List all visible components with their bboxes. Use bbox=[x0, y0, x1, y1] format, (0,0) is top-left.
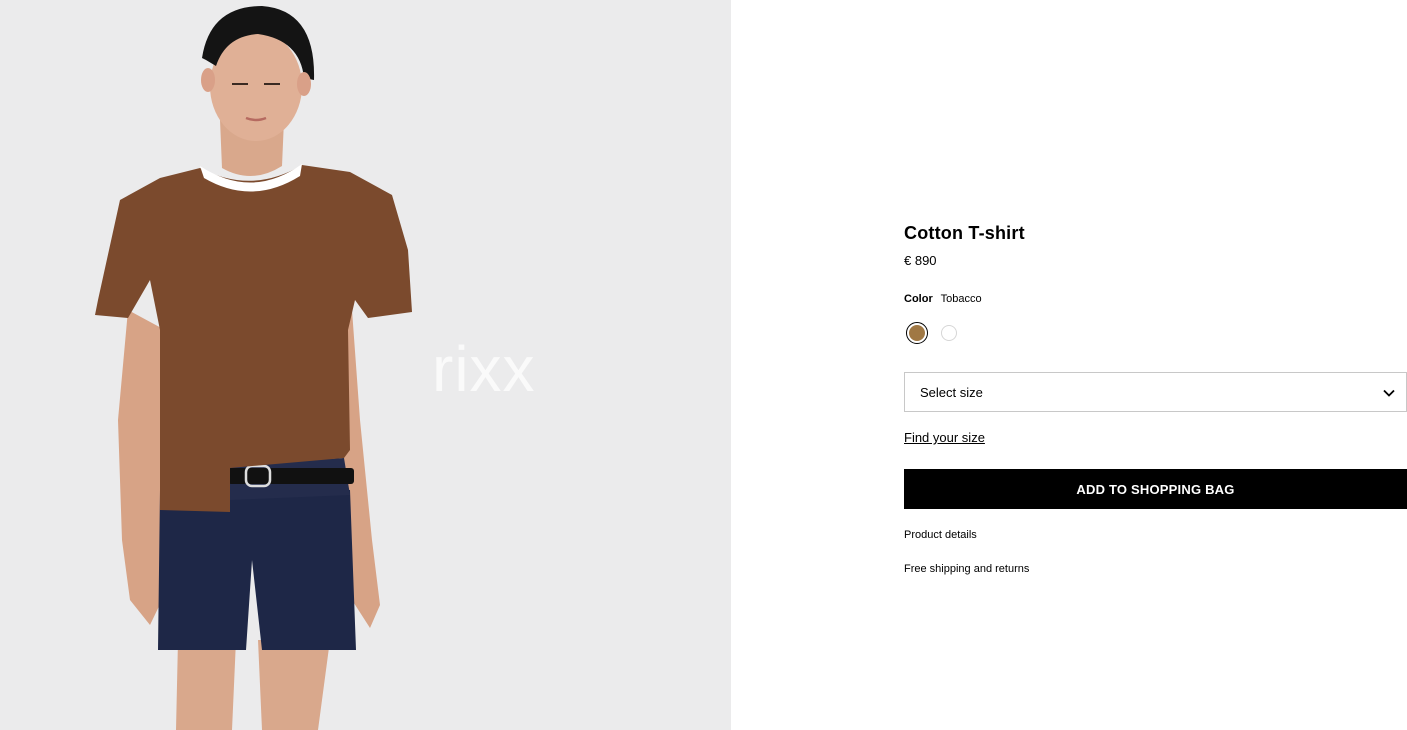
add-to-bag-button[interactable]: ADD TO SHOPPING BAG bbox=[904, 469, 1407, 509]
swatch-tobacco-dot bbox=[909, 325, 925, 341]
size-select-placeholder: Select size bbox=[920, 384, 983, 400]
color-label: Color bbox=[904, 293, 933, 305]
size-select[interactable]: Select size bbox=[904, 372, 1407, 412]
product-image[interactable]: rixx bbox=[0, 0, 731, 730]
product-details-link[interactable]: Product details bbox=[904, 529, 977, 541]
product-info: Cotton T-shirt € 890 Color Tobacco Selec… bbox=[904, 0, 1407, 730]
product-price: € 890 bbox=[904, 253, 937, 268]
find-size-link[interactable]: Find your size bbox=[904, 430, 985, 445]
watermark: rixx bbox=[432, 333, 536, 405]
color-row: Color Tobacco bbox=[904, 293, 982, 305]
shipping-returns-link[interactable]: Free shipping and returns bbox=[904, 563, 1029, 575]
product-title: Cotton T-shirt bbox=[904, 223, 1025, 243]
swatch-white[interactable] bbox=[941, 325, 957, 341]
swatch-tobacco[interactable] bbox=[906, 322, 928, 344]
product-page: rixx Cotton T-shirt € 890 Color Tobacco … bbox=[0, 0, 1407, 730]
model-illustration bbox=[95, 6, 412, 730]
color-swatches bbox=[906, 322, 957, 344]
color-name: Tobacco bbox=[940, 293, 982, 305]
chevron-down-icon bbox=[1383, 389, 1395, 397]
